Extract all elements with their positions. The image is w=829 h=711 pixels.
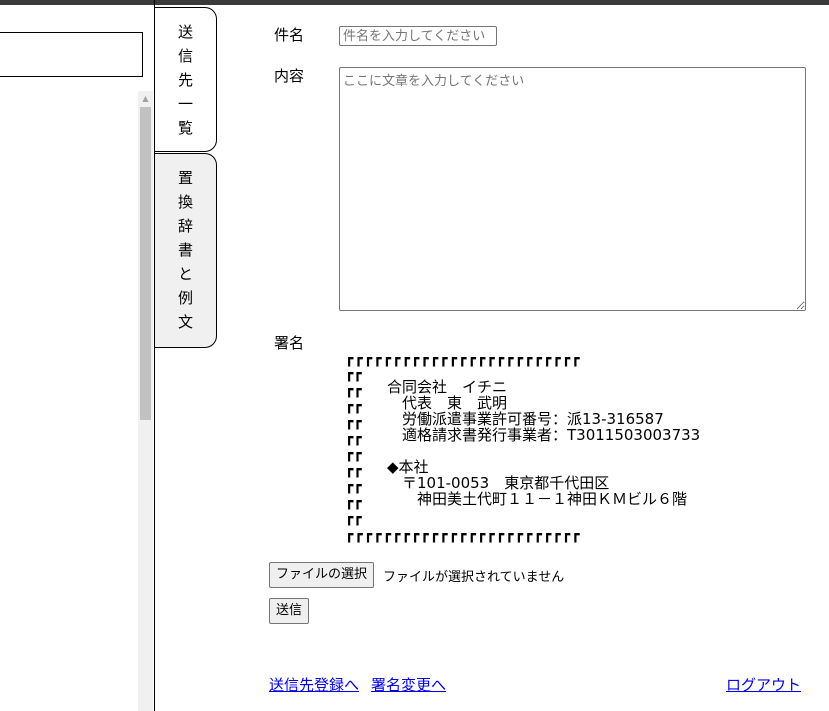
tab-recipient-list-label: 送信先一覧 xyxy=(178,23,194,137)
signature-text: 合同会社 イチニ 代表 東 武明 労働派遣事業許可番号：派13-316587 適… xyxy=(387,378,701,508)
tab-dictionary-label: 置換辞書と例文 xyxy=(178,169,194,331)
left-panel-scrollbar[interactable]: ▲ xyxy=(138,91,153,711)
recipient-search-field[interactable] xyxy=(0,32,143,77)
window-top-bar xyxy=(0,0,829,5)
signature-block: ┏┏┏┏┏┏┏┏┏┏┏┏┏┏┏┏┏┏┏┏┏┏┏┏┏ ┏┏ ┏┏ ┏┏ ┏┏ ┏┏… xyxy=(345,352,735,542)
register-recipients-link[interactable]: 送信先登録へ xyxy=(269,674,359,695)
choose-file-button[interactable]: ファイルの選択 xyxy=(269,562,375,588)
scroll-thumb[interactable] xyxy=(140,107,151,420)
file-status-text: ファイルが選択されていません xyxy=(383,570,565,585)
send-button[interactable]: 送信 xyxy=(269,598,310,624)
signature-border-left: ┏┏ ┏┏ ┏┏ ┏┏ ┏┏ ┏┏ ┏┏ ┏┏ ┏┏ ┏┏ xyxy=(345,366,362,526)
logout-link[interactable]: ログアウト xyxy=(726,674,801,695)
scroll-up-arrow-icon[interactable]: ▲ xyxy=(138,91,153,107)
signature-border-top: ┏┏┏┏┏┏┏┏┏┏┏┏┏┏┏┏┏┏┏┏┏┏┏┏┏ xyxy=(345,351,581,367)
change-signature-link[interactable]: 署名変更へ xyxy=(371,674,446,695)
content-textarea[interactable] xyxy=(339,67,806,311)
subject-label: 件名 xyxy=(274,26,305,44)
subject-input[interactable] xyxy=(339,26,497,46)
signature-label: 署名 xyxy=(274,334,305,352)
tab-dictionary-and-examples[interactable]: 置換辞書と例文 xyxy=(155,153,217,348)
content-label: 内容 xyxy=(274,67,305,85)
tab-recipient-list[interactable]: 送信先一覧 xyxy=(155,7,217,152)
signature-border-bottom: ┏┏┏┏┏┏┏┏┏┏┏┏┏┏┏┏┏┏┏┏┏┏┏┏┏ xyxy=(345,527,581,543)
